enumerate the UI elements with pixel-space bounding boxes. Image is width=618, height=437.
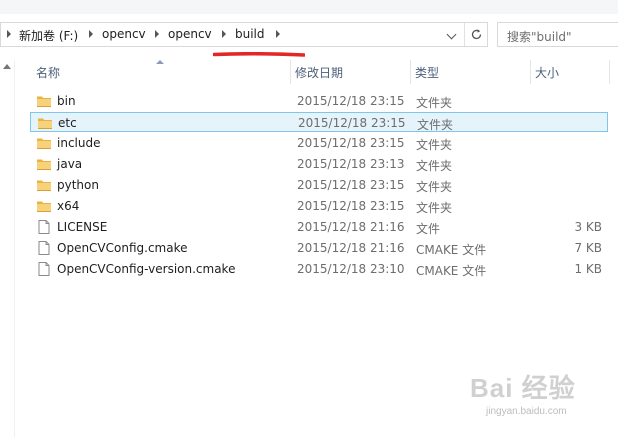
navigation-pane[interactable]: [0, 60, 15, 437]
breadcrumb-arrow-icon[interactable]: [276, 30, 280, 38]
folder-icon: [37, 115, 53, 131]
breadcrumb-arrow-icon[interactable]: [89, 30, 93, 38]
file-type: 文件夹: [416, 96, 453, 110]
search-placeholder: 搜索"build": [507, 30, 572, 44]
file-row[interactable]: python 2015/12/18 23:15 文件夹: [30, 175, 608, 195]
breadcrumb-opencv-2[interactable]: opencv: [168, 27, 212, 41]
file-row[interactable]: LICENSE 2015/12/18 21:16 文件 3 KB: [30, 217, 608, 237]
red-annotation-underline: [213, 52, 305, 57]
watermark-logo: Bai 经验: [470, 373, 576, 403]
breadcrumb-arrow-icon[interactable]: [7, 30, 11, 38]
file-date: 2015/12/18 21:16: [297, 220, 405, 234]
folder-icon: [36, 177, 52, 193]
file-type: 文件夹: [416, 201, 453, 215]
file-date: 2015/12/18 23:15: [298, 116, 406, 130]
file-name: bin: [57, 94, 76, 108]
file-name: etc: [58, 116, 77, 130]
column-header-size[interactable]: 大小: [531, 60, 609, 84]
file-type: 文件夹: [416, 159, 453, 173]
file-date: 2015/12/18 21:16: [297, 241, 405, 255]
file-date: 2015/12/18 23:15: [297, 94, 405, 108]
file-type: CMAKE 文件: [416, 264, 487, 278]
file-row[interactable]: bin 2015/12/18 23:15 文件夹: [30, 91, 608, 111]
file-name: x64: [57, 199, 80, 213]
file-row[interactable]: java 2015/12/18 23:13 文件夹: [30, 154, 608, 174]
file-name: java: [57, 157, 83, 171]
file-row[interactable]: OpenCVConfig.cmake 2015/12/18 21:16 CMAKE …: [30, 238, 608, 258]
refresh-icon[interactable]: [464, 23, 487, 46]
folder-icon: [36, 93, 52, 109]
folder-icon: [36, 156, 52, 172]
search-input[interactable]: 搜索"build": [497, 22, 618, 47]
file-date: 2015/12/18 23:15: [297, 199, 405, 213]
file-size: 3 KB: [574, 220, 602, 234]
file-date: 2015/12/18 23:15: [297, 178, 405, 192]
scroll-up-arrow-icon[interactable]: [3, 64, 11, 69]
file-row[interactable]: x64 2015/12/18 23:15 文件夹: [30, 196, 608, 216]
file-row[interactable]: OpenCVConfig-version.cmake 2015/12/18 23:…: [30, 259, 608, 279]
file-icon: [36, 240, 52, 256]
column-divider[interactable]: [609, 60, 610, 84]
file-icon: [36, 261, 52, 277]
file-date: 2015/12/18 23:10: [297, 262, 405, 276]
watermark-url: jingyan.baidu.com: [486, 406, 567, 417]
file-type: 文件夹: [417, 118, 454, 132]
file-name: python: [57, 178, 99, 192]
folder-icon: [36, 198, 52, 214]
file-size: 7 KB: [574, 241, 602, 255]
breadcrumb-opencv-1[interactable]: opencv: [102, 27, 146, 41]
chevron-down-icon[interactable]: [445, 27, 461, 43]
breadcrumb-arrow-icon[interactable]: [155, 30, 159, 38]
column-header-name[interactable]: 名称: [32, 60, 290, 84]
column-header-bar: 名称 修改日期 类型 大小: [16, 60, 618, 84]
column-header-date[interactable]: 修改日期: [291, 60, 410, 84]
address-bar[interactable]: 新加卷 (F:) opencv opencv build: [0, 22, 488, 47]
breadcrumb-arrow-icon[interactable]: [222, 30, 226, 38]
file-type: 文件夹: [416, 138, 453, 152]
file-date: 2015/12/18 23:13: [297, 157, 405, 171]
column-header-type[interactable]: 类型: [411, 60, 530, 84]
file-name: OpenCVConfig-version.cmake: [57, 262, 236, 276]
file-row[interactable]: etc 2015/12/18 23:15 文件夹: [30, 112, 608, 132]
folder-icon: [36, 135, 52, 151]
file-type: 文件夹: [416, 180, 453, 194]
file-date: 2015/12/18 23:15: [297, 136, 405, 150]
file-row[interactable]: include 2015/12/18 23:15 文件夹: [30, 133, 608, 153]
baidu-jingyan-watermark: Bai 经验 jingyan.baidu.com: [470, 368, 610, 430]
file-name: OpenCVConfig.cmake: [57, 241, 188, 255]
file-type: CMAKE 文件: [416, 243, 487, 257]
file-name: include: [57, 136, 101, 150]
file-type: 文件: [416, 222, 441, 236]
window-top-strip: [0, 0, 618, 14]
file-name: LICENSE: [57, 220, 108, 234]
file-size: 1 KB: [574, 262, 602, 276]
breadcrumb-build[interactable]: build: [235, 27, 265, 41]
breadcrumb-drive[interactable]: 新加卷 (F:): [19, 27, 78, 44]
file-icon: [36, 219, 52, 235]
